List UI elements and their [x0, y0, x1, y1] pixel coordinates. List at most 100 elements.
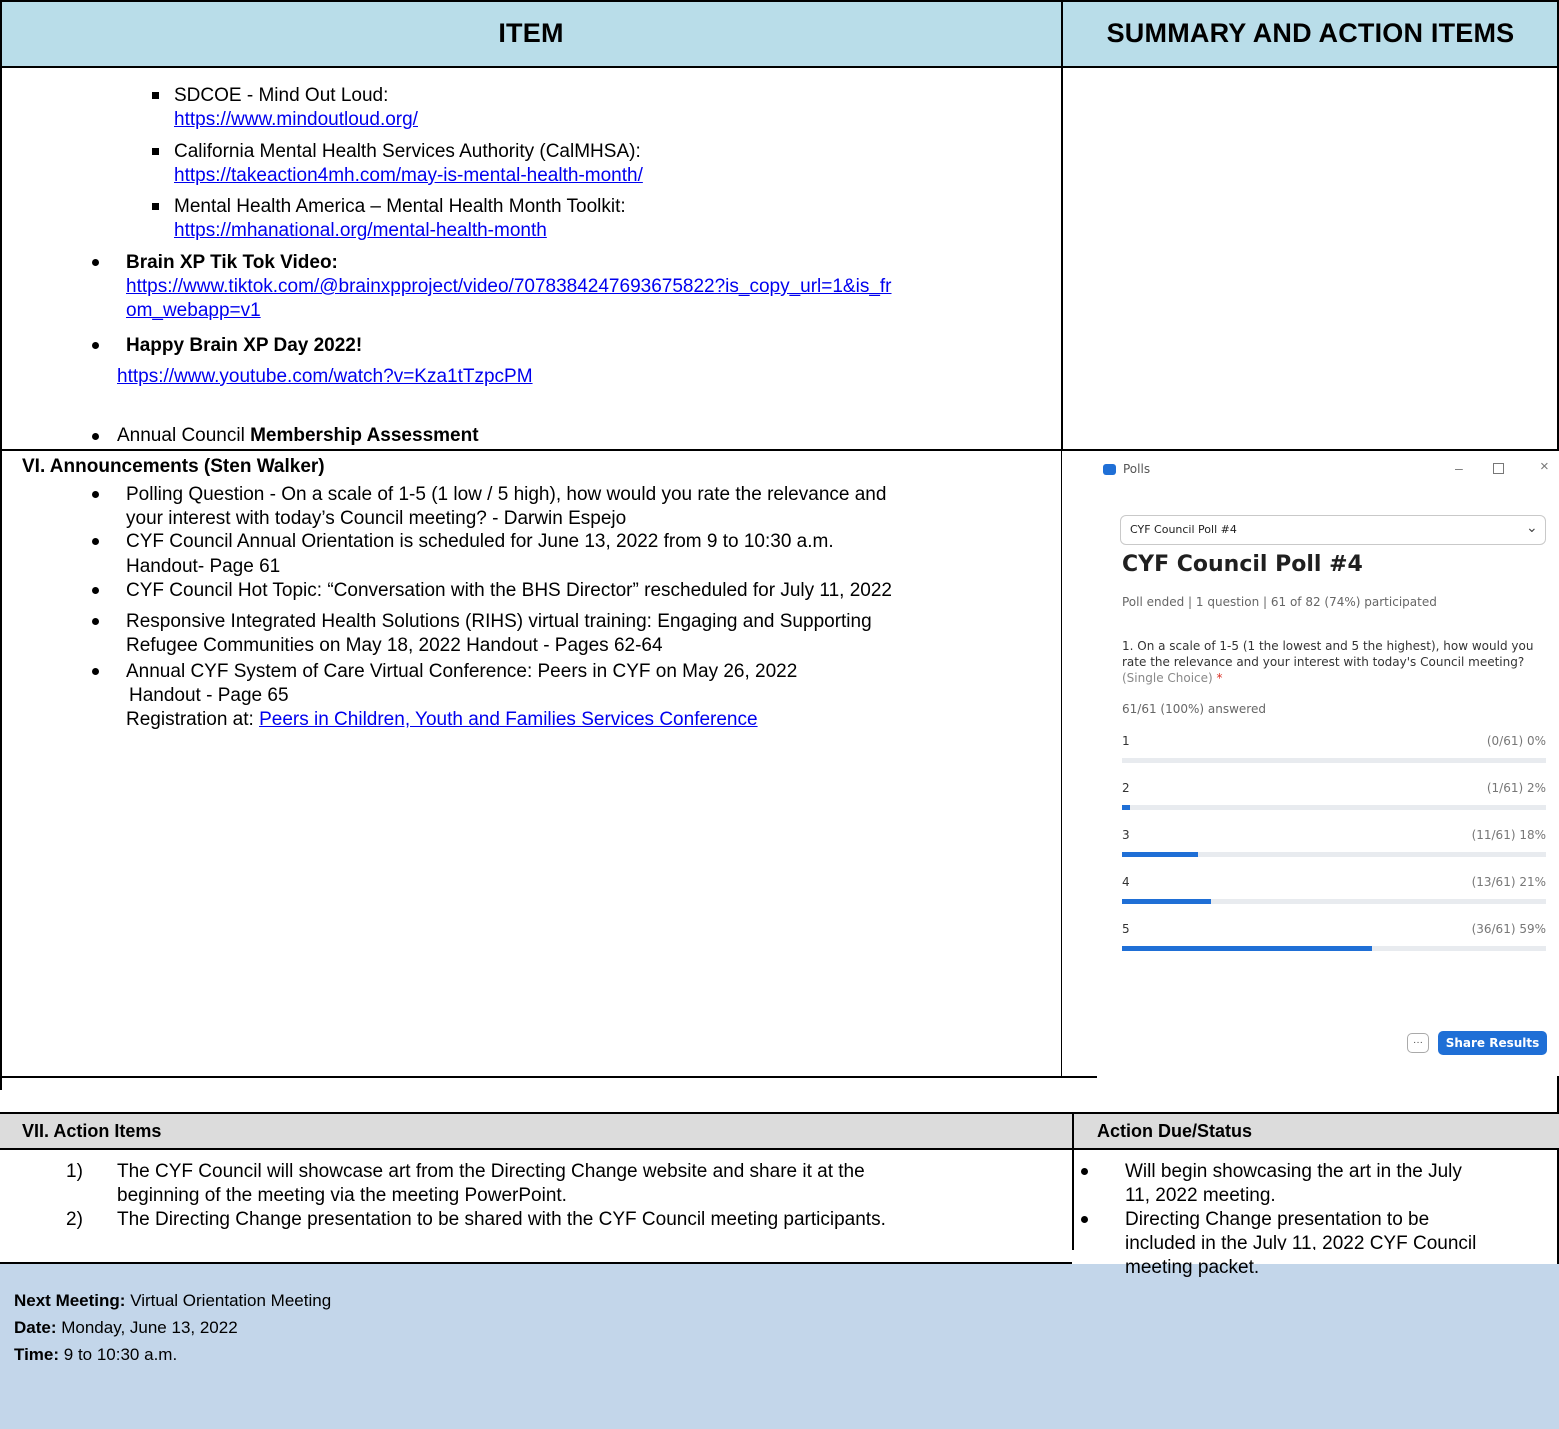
next-meeting-date-line: Date: Monday, June 13, 2022 [14, 1317, 238, 1339]
tiktok-link-continued[interactable]: om_webapp=v1 [126, 299, 261, 323]
poll-title: CYF Council Poll #4 [1122, 552, 1363, 577]
resource-label: SDCOE - Mind Out Loud: [174, 85, 389, 106]
poll-option-label: 5 [1122, 922, 1130, 936]
maximize-icon[interactable] [1493, 463, 1504, 474]
registration-link[interactable]: Peers in Children, Youth and Families Se… [259, 709, 758, 730]
brainxp-link[interactable]: https://www.youtube.com/watch?v=Kza1tTzp… [117, 365, 533, 389]
item-header-text: ITEM [498, 17, 564, 48]
action-status-text: Directing Change presentation to be [1125, 1209, 1430, 1230]
poll-option-track [1122, 758, 1546, 763]
round-bullet [92, 433, 99, 440]
poll-option-bar [1122, 852, 1198, 857]
document: ITEM SUMMARY AND ACTION ITEMS SDCOE - Mi… [0, 0, 1559, 1429]
action-status-text: 11, 2022 meeting. [1125, 1185, 1276, 1206]
table-border-top [0, 0, 1559, 2]
round-bullet [92, 618, 99, 625]
poll-select-dropdown[interactable]: CYF Council Poll #4 ⌄ [1120, 515, 1546, 545]
poll-question-type-text: (Single Choice) [1122, 671, 1217, 685]
next-meeting-label: Next Meeting: [14, 1291, 126, 1310]
poll-option-count: (11/61) 18% [1471, 828, 1546, 842]
share-results-button[interactable]: Share Results [1438, 1031, 1547, 1055]
round-bullet [92, 668, 99, 675]
action-column-divider [1072, 1114, 1074, 1262]
announcement-line: Refugee Communities on May 18, 2022 Hand… [126, 635, 663, 656]
announcement-line: Responsive Integrated Health Solutions (… [126, 611, 872, 632]
announcement-line: Handout- Page 61 [126, 556, 281, 577]
square-bullet [152, 148, 159, 155]
poll-meta: Poll ended | 1 question | 61 of 82 (74%)… [1122, 595, 1437, 609]
action-status-text: Will begin showcasing the art in the Jul… [1125, 1161, 1462, 1182]
minimize-icon[interactable]: – [1455, 460, 1463, 476]
announcement-line: your interest with today’s Council meeti… [126, 508, 627, 529]
poll-question-line: 1. On a scale of 1-5 (1 the lowest and 5… [1122, 639, 1534, 653]
date-value: Monday, June 13, 2022 [56, 1318, 238, 1337]
poll-option-count: (1/61) 2% [1486, 781, 1546, 795]
poll-option-bar [1122, 899, 1211, 904]
poll-option-label: 1 [1122, 734, 1130, 748]
action-items-header-row [0, 1114, 1559, 1148]
next-meeting-time-line: Time: 9 to 10:30 a.m. [14, 1344, 177, 1366]
item-column-header: ITEM [0, 0, 1062, 66]
poll-option-track [1122, 805, 1546, 810]
poll-option-bar [1122, 805, 1130, 810]
assessment-line: Annual Council Membership Assessment [117, 424, 479, 448]
assessment-prefix: Annual Council [117, 425, 251, 446]
chevron-down-icon: ⌄ [1526, 519, 1538, 535]
action-item-text: The CYF Council will showcase art from t… [117, 1161, 865, 1182]
summary-header-text: SUMMARY AND ACTION ITEMS [1106, 17, 1515, 48]
next-meeting-panel [0, 1262, 1559, 1429]
next-meeting-value: Virtual Orientation Meeting [125, 1291, 332, 1310]
summary-column-header: SUMMARY AND ACTION ITEMS [1062, 0, 1559, 66]
required-mark: * [1216, 671, 1223, 685]
announcement-line: Polling Question - On a scale of 1-5 (1 … [126, 484, 887, 505]
tiktok-link[interactable]: https://www.tiktok.com/@brainxpproject/v… [126, 275, 892, 299]
action-status-text: meeting packet. [1125, 1257, 1260, 1278]
poll-window-title: Polls [1123, 462, 1151, 476]
resource-link[interactable]: https://takeaction4mh.com/may-is-mental-… [174, 164, 643, 188]
poll-option-bar [1122, 946, 1372, 951]
poll-select-value: CYF Council Poll #4 [1130, 523, 1237, 536]
date-label: Date: [14, 1318, 57, 1337]
round-bullet [92, 538, 99, 545]
announcement-line: Handout - Page 65 [129, 685, 289, 706]
poll-question-line: rate the relevance and your interest wit… [1122, 655, 1525, 669]
poll-option-count: (13/61) 21% [1471, 875, 1546, 889]
round-bullet [92, 259, 99, 266]
poll-question-type: (Single Choice) * [1122, 671, 1223, 685]
poll-option-label: 4 [1122, 875, 1130, 889]
row-divider-4 [0, 1148, 1559, 1150]
row-divider-2 [0, 1076, 1097, 1078]
round-bullet [92, 342, 99, 349]
more-options-button[interactable]: ··· [1407, 1033, 1429, 1053]
square-bullet [152, 92, 159, 99]
polls-app-icon [1103, 464, 1116, 475]
resource-link[interactable]: https://mhanational.org/mental-health-mo… [174, 219, 547, 243]
announcement-line: Annual CYF System of Care Virtual Confer… [126, 661, 798, 682]
resource-link[interactable]: https://www.mindoutloud.org/ [174, 108, 418, 132]
table-border-left [0, 0, 2, 1090]
tiktok-label: Brain XP Tik Tok Video: [126, 252, 338, 273]
action-item-text: beginning of the meeting via the meeting… [117, 1185, 567, 1206]
registration-prefix: Registration at: [126, 709, 260, 730]
action-item-text: The Directing Change presentation to be … [117, 1209, 886, 1230]
header-divider [0, 66, 1559, 68]
poll-option-count: (36/61) 59% [1471, 922, 1546, 936]
assessment-bold: Membership Assessment [250, 425, 479, 446]
next-meeting-line: Next Meeting: Virtual Orientation Meetin… [14, 1290, 331, 1312]
close-icon[interactable]: × [1540, 458, 1549, 475]
round-bullet [92, 491, 99, 498]
registration-line: Registration at: Peers in Children, Yout… [126, 708, 758, 732]
round-bullet [1081, 1168, 1088, 1175]
poll-answered: 61/61 (100%) answered [1122, 702, 1266, 716]
action-items-heading: VII. Action Items [22, 1121, 162, 1141]
poll-option-label: 3 [1122, 828, 1130, 842]
action-item-number: 1) [66, 1161, 83, 1182]
announcements-heading: VI. Announcements (Sten Walker) [22, 456, 325, 477]
announcement-line: CYF Council Annual Orientation is schedu… [126, 531, 834, 552]
action-item-number: 2) [66, 1209, 83, 1230]
action-status-heading: Action Due/Status [1097, 1121, 1253, 1141]
round-bullet [92, 587, 99, 594]
time-label: Time: [14, 1345, 60, 1364]
resource-label: California Mental Health Services Author… [174, 141, 641, 162]
poll-option-count: (0/61) 0% [1486, 734, 1546, 748]
